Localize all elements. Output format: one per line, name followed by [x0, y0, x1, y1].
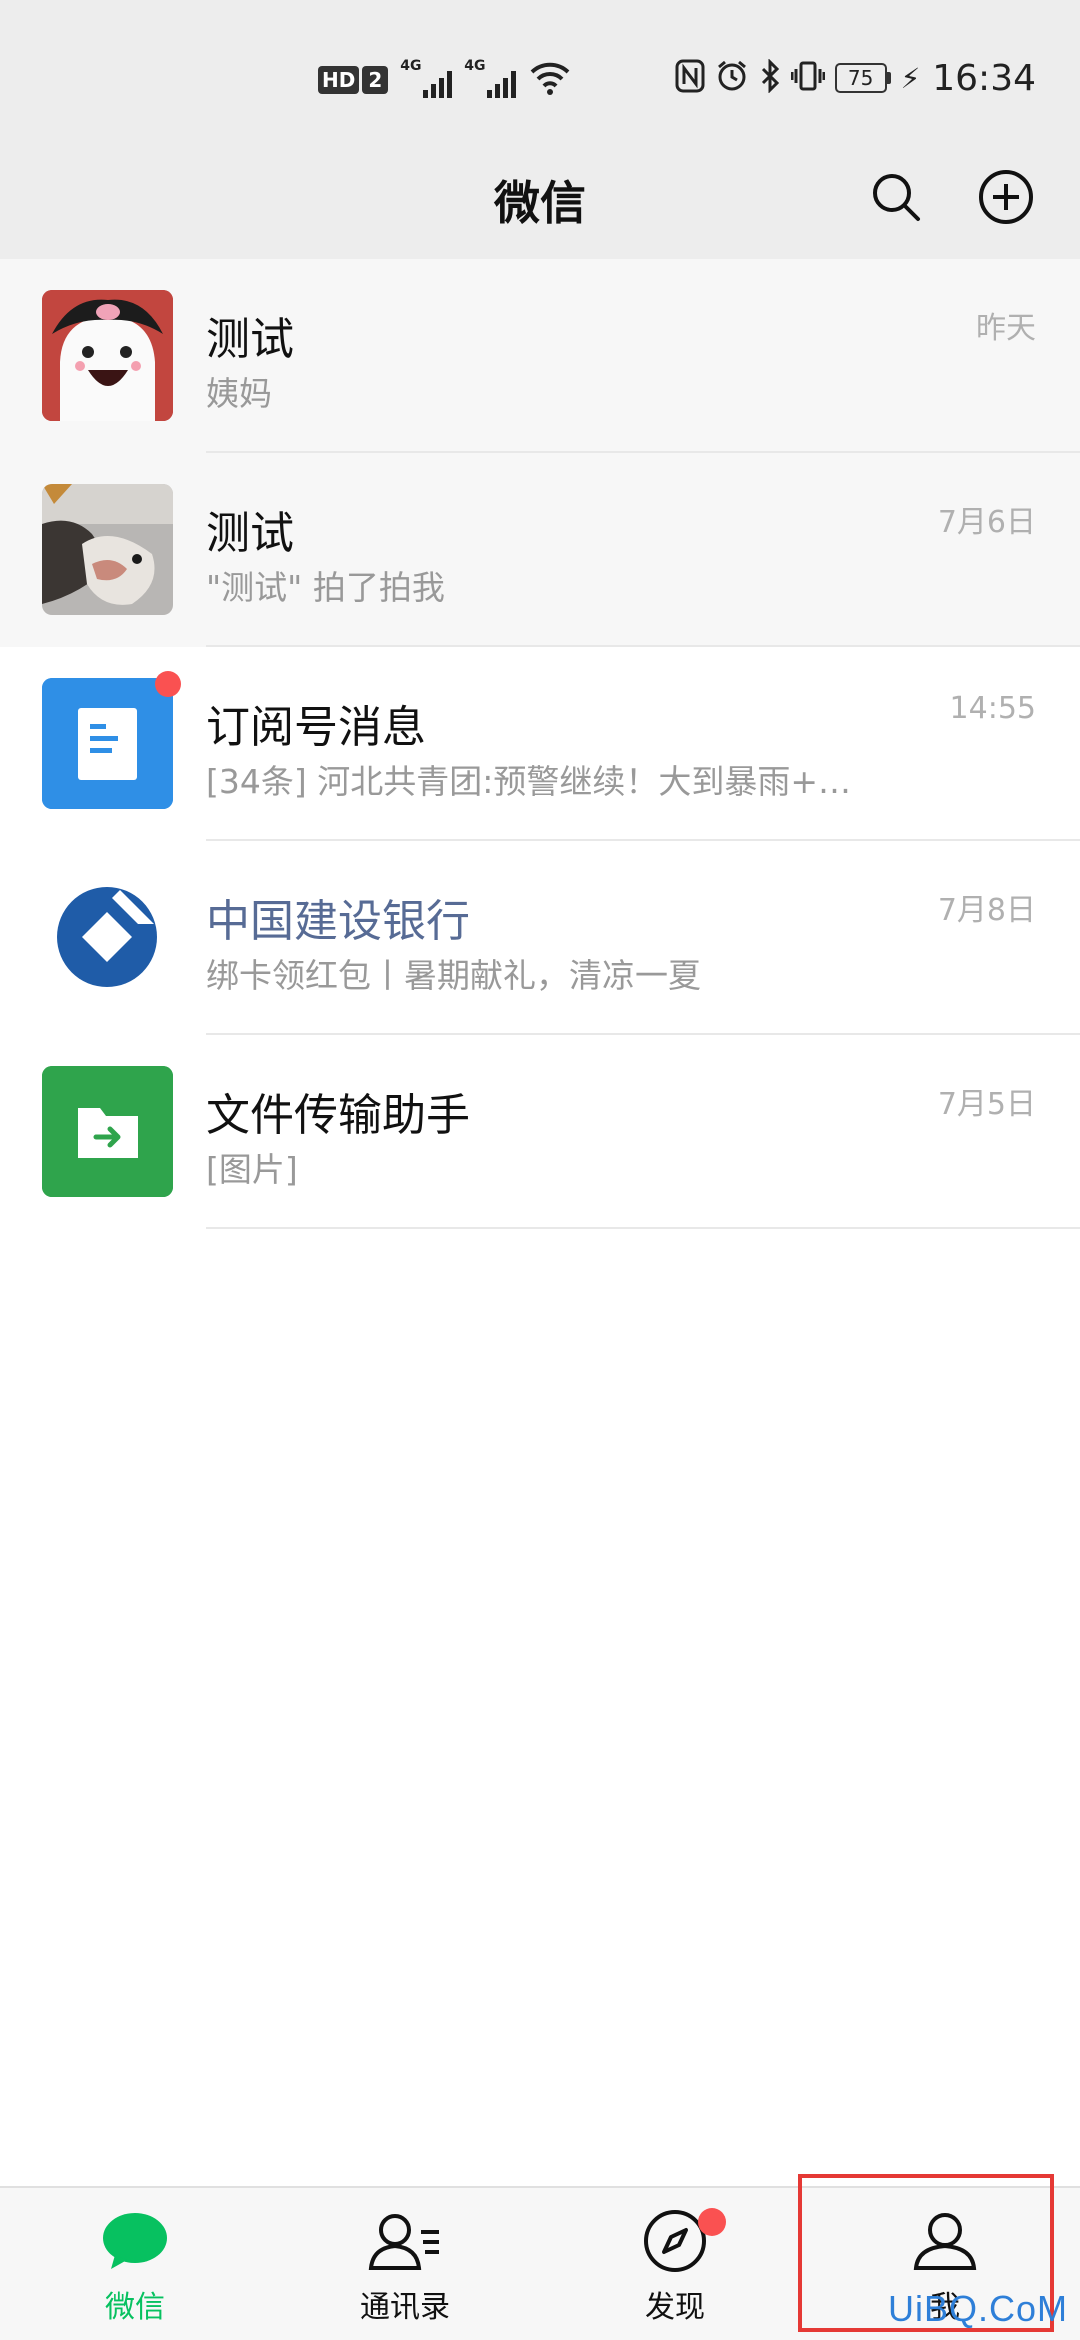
- chat-row[interactable]: 订阅号消息 [34条] 河北共青团:预警继续！大到暴雨+… 14:55: [0, 647, 1080, 841]
- chat-row[interactable]: 测试 "测试" 拍了拍我 7月6日: [0, 453, 1080, 647]
- unread-dot: [155, 671, 181, 697]
- subscription-icon[interactable]: [42, 678, 173, 809]
- charging-icon: ⚡: [900, 61, 921, 95]
- signal-icon: 4G: [400, 58, 453, 98]
- chat-bubble-icon: [97, 2206, 173, 2276]
- tab-label: 微信: [105, 2290, 165, 2325]
- tab-discover[interactable]: 发现: [540, 2188, 810, 2340]
- vibrate-icon: [790, 59, 826, 97]
- chat-list: 测试 姨妈 昨天 测试 "测试" 拍了拍我 7月6日 订阅号消息 [34条] 河…: [0, 259, 1080, 1229]
- signal-label: 4G: [400, 58, 422, 74]
- cartoon-avatar[interactable]: [42, 290, 173, 421]
- status-left: HD 2 4G 4G: [318, 58, 572, 102]
- add-button[interactable]: [974, 167, 1038, 231]
- discover-badge: [698, 2208, 726, 2236]
- chat-row[interactable]: 中国建设银行 绑卡领红包丨暑期献礼，清凉一夏 7月8日: [0, 841, 1080, 1035]
- signal-icon: 4G: [464, 58, 517, 98]
- chat-row[interactable]: 测试 姨妈 昨天: [0, 259, 1080, 453]
- app-header: 微信: [0, 145, 1080, 259]
- bluetooth-icon: [759, 58, 781, 97]
- file-transfer-icon[interactable]: [42, 1066, 173, 1197]
- chat-preview: 绑卡领红包丨暑期献礼，清凉一夏: [206, 956, 701, 995]
- chat-name: 测试: [206, 314, 294, 365]
- nfc-icon: [675, 59, 705, 97]
- chat-time: 7月8日: [937, 893, 1036, 928]
- hd-sim-label: 2: [362, 66, 389, 94]
- person-icon: [907, 2206, 983, 2276]
- add-circle-icon: [978, 169, 1034, 229]
- hd-icon: HD 2: [318, 66, 389, 94]
- chat-name: 测试: [206, 508, 294, 559]
- chat-preview: [34条] 河北共青团:预警继续！大到暴雨+…: [206, 762, 851, 801]
- chat-name: 订阅号消息: [206, 702, 426, 753]
- chat-row[interactable]: 文件传输助手 [图片] 7月5日: [0, 1035, 1080, 1229]
- tab-label: 发现: [645, 2290, 705, 2325]
- hd-label: HD: [318, 66, 360, 94]
- chat-name: 文件传输助手: [206, 1090, 470, 1141]
- clock: 16:34: [932, 57, 1036, 99]
- chat-time: 昨天: [976, 311, 1036, 346]
- battery-icon: 75: [834, 63, 891, 93]
- chat-time: 7月6日: [937, 505, 1036, 540]
- tab-label: 通讯录: [360, 2290, 450, 2325]
- ccb-logo[interactable]: [42, 872, 173, 1003]
- signal-label: 4G: [464, 58, 486, 74]
- chat-time: 14:55: [949, 691, 1036, 726]
- chat-time: 7月5日: [937, 1087, 1036, 1122]
- divider: [206, 1227, 1080, 1229]
- watermark: UiBQ.CoM: [887, 2288, 1068, 2329]
- alarm-icon: [715, 59, 749, 97]
- wifi-icon: [528, 60, 572, 100]
- chat-preview: [图片]: [206, 1150, 298, 1189]
- battery-level: 75: [834, 63, 887, 93]
- status-right: 75 ⚡ 16:34: [675, 56, 1036, 100]
- search-icon: [870, 171, 922, 227]
- search-button[interactable]: [864, 167, 928, 231]
- tab-contacts[interactable]: 通讯录: [270, 2188, 540, 2340]
- chat-name: 中国建设银行: [206, 896, 470, 947]
- status-bar: HD 2 4G 4G 75 ⚡ 16:34: [0, 0, 1080, 145]
- chat-preview: 姨妈: [206, 374, 272, 413]
- chat-preview: "测试" 拍了拍我: [206, 568, 445, 607]
- dog-photo-avatar[interactable]: [42, 484, 173, 615]
- contacts-icon: [367, 2206, 443, 2276]
- tab-chats[interactable]: 微信: [0, 2188, 270, 2340]
